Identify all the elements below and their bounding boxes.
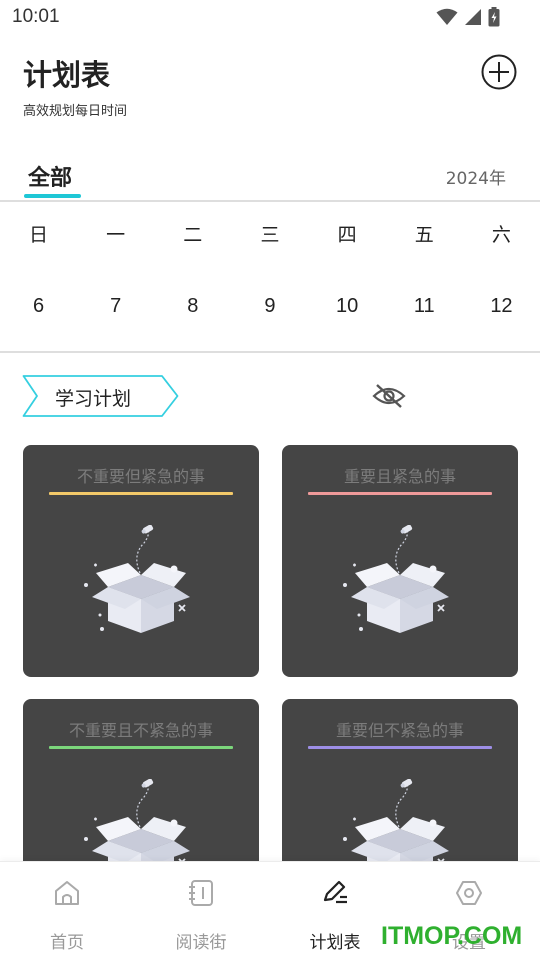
divider [0,200,540,202]
status-icons [436,7,500,27]
divider [0,351,540,353]
card-title: 不重要但紧急的事 [76,467,205,486]
weekday-label: 六 [491,224,511,246]
card-title: 不重要且不紧急的事 [68,721,213,740]
weekday-label: 日 [28,224,48,246]
weekday-label: 四 [337,224,357,246]
date-cell[interactable]: 8 [154,295,231,323]
status-time: 10:01 [12,6,60,27]
add-plan-button[interactable] [481,54,517,90]
tabs-row: 全部 2024年 [0,150,540,200]
page-header: 计划表 高效规划每日时间 [0,36,540,146]
date-cell[interactable]: 10 [309,295,386,323]
tab-all[interactable]: 全部 [28,160,72,192]
cell-signal-icon [465,9,481,25]
nav-label: 首页 [50,933,84,953]
notebook-icon [189,880,213,906]
nav-item-home[interactable]: 首页 [0,862,134,960]
page-subtitle: 高效规划每日时间 [23,104,128,119]
date-cell[interactable]: 12 [463,295,540,323]
battery-icon [488,7,500,27]
date-row: 6 7 8 9 10 11 12 [0,295,540,323]
status-bar: 10:01 [0,0,540,36]
year-selector[interactable]: 2024年 [446,164,506,189]
quadrant-card-urgent-not-important[interactable]: 不重要但紧急的事 [23,445,259,677]
hexagon-settings-icon [456,881,482,905]
date-cell[interactable]: 7 [77,295,154,323]
weekday-label: 五 [414,224,434,246]
card-title: 重要但不紧急的事 [335,721,464,740]
nav-label: 阅读街 [175,933,227,953]
page-title: 计划表 [23,58,111,92]
date-cell[interactable]: 6 [0,295,77,323]
card-accent-line [49,492,233,495]
weekday-header-row: 日 一 二 三 四 五 六 [0,220,540,248]
plan-category-tag[interactable]: 学习计划 [22,374,180,418]
card-accent-line [308,492,492,495]
watermark: ITMOP.COM [381,922,523,950]
empty-box-icon [84,525,190,633]
nav-item-reading[interactable]: 阅读街 [134,862,268,960]
date-cell[interactable]: 11 [386,295,463,323]
eye-hidden-icon[interactable] [372,382,406,410]
weekday-label: 二 [183,224,203,246]
weekday-label: 一 [106,224,126,246]
card-title: 重要且紧急的事 [343,467,456,486]
plan-tag-label: 学习计划 [55,388,132,410]
date-cell[interactable]: 9 [231,295,308,323]
empty-box-icon [343,525,449,633]
weekday-label: 三 [260,224,280,246]
quadrant-card-urgent-important[interactable]: 重要且紧急的事 [282,445,518,677]
pen-edit-icon [323,880,347,904]
home-icon [55,881,79,905]
card-accent-line [308,746,492,749]
card-accent-line [49,746,233,749]
tab-active-indicator [24,194,81,198]
wifi-icon [436,8,458,25]
